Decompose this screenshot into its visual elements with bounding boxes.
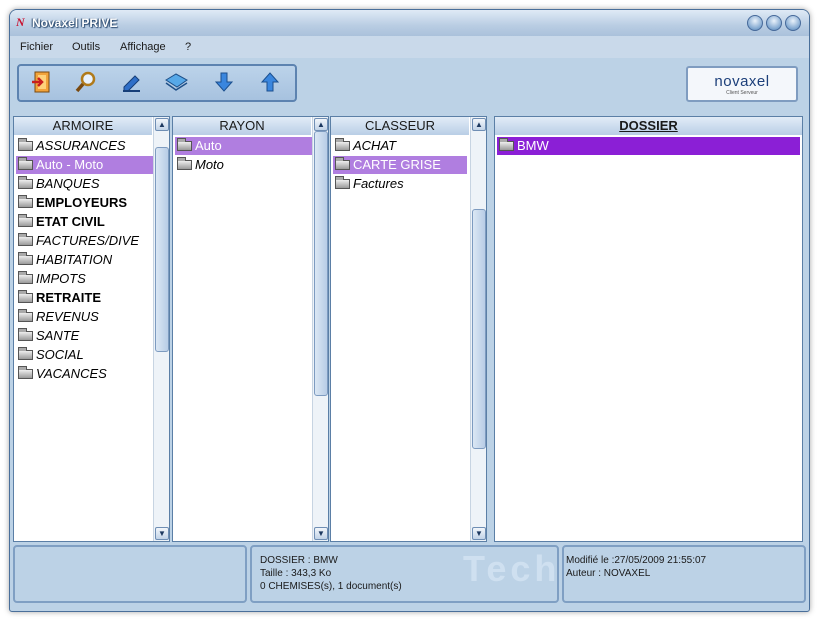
list-item[interactable]: Auto [175,137,312,155]
status-dossier: DOSSIER : BMW [260,555,338,566]
open-folder-icon [177,138,192,151]
menu-bar: Fichier Outils Affichage ? [10,36,809,58]
armoire-pane: ARMOIRE ASSURANCES Auto - Moto BANQUES E… [13,116,170,542]
scroll-down-button[interactable]: ▼ [472,527,486,540]
armoire-scrollbar[interactable]: ▲ ▼ [153,117,169,541]
brand-name: novaxel [714,73,770,90]
search-icon [75,71,96,93]
folder-icon [335,176,350,189]
menu-fichier[interactable]: Fichier [20,41,53,53]
status-modifie: Modifié le :27/05/2009 21:55:07 [566,555,707,566]
scroll-down-button[interactable]: ▼ [314,527,328,540]
scroll-up-button[interactable]: ▲ [472,118,486,131]
arrow-up-icon [260,72,280,92]
title-bar[interactable]: N Novaxel PRIVE [10,10,809,36]
brand-logo: novaxel Client Serveur [686,66,798,102]
maximize-button[interactable] [766,15,782,31]
open-folder-icon [499,138,514,151]
scroll-thumb[interactable] [155,147,169,352]
status-panel-left [13,545,247,603]
list-item[interactable]: BMW [497,137,800,155]
scroll-up-button[interactable]: ▲ [155,118,169,131]
folder-icon [18,214,33,227]
folder-icon [18,271,33,284]
exit-button[interactable] [27,70,57,98]
menu-outils[interactable]: Outils [72,41,100,53]
status-auteur: Auteur : NOVAXEL [566,568,651,579]
folder-icon [18,290,33,303]
folder-icon [18,176,33,189]
folder-icon [177,157,192,170]
list-item[interactable]: SANTE [16,327,79,345]
folder-icon [18,347,33,360]
folder-icon [18,309,33,322]
app-window: N Novaxel PRIVE Fichier Outils Affichage… [9,9,810,612]
scroll-up-button[interactable]: ▲ [314,118,328,131]
list-item[interactable]: Auto - Moto [16,156,153,174]
brand-tagline: Client Serveur [726,90,758,96]
classeur-scrollbar[interactable]: ▲ ▼ [470,117,486,541]
folder-icon [18,195,33,208]
list-item[interactable]: FACTURES/DIVE [16,232,139,250]
folder-icon [18,328,33,341]
open-folder-icon [18,157,33,170]
folder-icon [18,366,33,379]
armoire-header[interactable]: ARMOIRE [14,117,152,135]
dossier-pane: DOSSIER BMW [494,116,803,542]
scroll-thumb[interactable] [314,131,328,396]
folder-icon [18,233,33,246]
window-title: Novaxel PRIVE [32,16,118,30]
list-item[interactable]: VACANCES [16,365,107,383]
list-item[interactable]: SOCIAL [16,346,84,364]
search-button[interactable] [71,70,101,98]
list-item[interactable]: ACHAT [333,137,396,155]
list-item[interactable]: REVENUS [16,308,99,326]
minimize-button[interactable] [747,15,763,31]
list-item[interactable]: Factures [333,175,404,193]
toolbar [17,64,297,102]
status-contenu: 0 CHEMISES(s), 1 document(s) [260,581,402,592]
exit-icon [32,71,50,93]
list-item[interactable]: ETAT CIVIL [16,213,105,231]
classeur-header[interactable]: CLASSEUR [331,117,469,135]
status-taille: Taille : 343,3 Ko [260,568,332,579]
list-item[interactable]: CARTE GRISE [333,156,467,174]
move-down-button[interactable] [209,70,239,98]
arrow-down-icon [214,72,234,92]
scroll-down-button[interactable]: ▼ [155,527,169,540]
folder-icon [18,252,33,265]
status-panel-info: DOSSIER : BMW Taille : 343,3 Ko 0 CHEMIS… [250,545,559,603]
rayon-scrollbar[interactable]: ▲ ▼ [312,117,328,541]
list-item[interactable]: Moto [175,156,224,174]
rayon-header[interactable]: RAYON [173,117,311,135]
list-item[interactable]: ASSURANCES [16,137,126,155]
folder-icon [18,138,33,151]
list-item[interactable]: HABITATION [16,251,112,269]
list-item[interactable]: IMPOTS [16,270,86,288]
scan-button[interactable] [161,70,191,98]
edit-button[interactable] [117,70,147,98]
move-up-button[interactable] [255,70,285,98]
scroll-thumb[interactable] [472,209,486,449]
status-panel-meta: Modifié le :27/05/2009 21:55:07 Auteur :… [562,545,806,603]
list-item[interactable]: EMPLOYEURS [16,194,127,212]
list-item[interactable]: RETRAITE [16,289,101,307]
dossier-header[interactable]: DOSSIER [495,117,802,135]
menu-affichage[interactable]: Affichage [120,41,166,53]
open-folder-icon [335,157,350,170]
status-bar: Tech DOSSIER : BMW Taille : 343,3 Ko 0 C… [13,545,806,607]
close-button[interactable] [785,15,801,31]
rayon-pane: RAYON Auto Moto ▲ ▼ [172,116,329,542]
edit-icon [123,75,140,92]
app-logo-icon: N [16,15,25,29]
classeur-pane: CLASSEUR ACHAT CARTE GRISE Factures ▲ ▼ [330,116,487,542]
list-item[interactable]: BANQUES [16,175,100,193]
folder-icon [335,138,350,151]
menu-help[interactable]: ? [185,41,191,53]
scan-icon [165,73,188,91]
